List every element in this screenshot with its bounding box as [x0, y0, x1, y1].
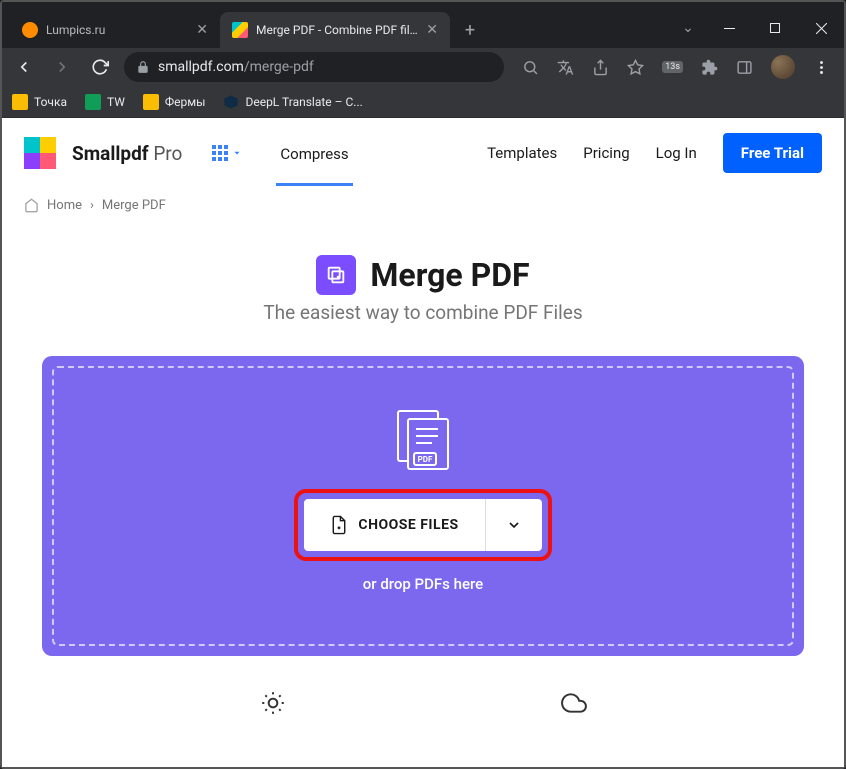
extensions-icon[interactable]	[701, 59, 718, 76]
sidepanel-icon[interactable]	[736, 59, 753, 76]
folder-icon	[12, 94, 28, 110]
choose-files-button[interactable]: CHOOSE FILES	[304, 499, 485, 551]
page-title: Merge PDF	[370, 256, 529, 294]
svg-text:PDF: PDF	[418, 455, 433, 464]
nav-templates[interactable]: Templates	[487, 144, 557, 162]
page-content: Smallpdf Pro Compress Templates Pricing …	[2, 118, 844, 767]
favicon-lumpics	[22, 22, 38, 38]
pdf-files-icon: PDF	[388, 409, 458, 471]
file-add-icon	[330, 515, 348, 535]
home-icon	[24, 198, 39, 213]
menu-icon[interactable]	[813, 59, 830, 76]
browser-tab-active[interactable]: Merge PDF - Combine PDF files o ✕	[220, 12, 450, 48]
tab-title: Lumpics.ru	[46, 23, 188, 37]
search-icon[interactable]	[522, 59, 539, 76]
tab-title: Merge PDF - Combine PDF files o	[256, 23, 418, 37]
choose-files-dropdown[interactable]	[486, 499, 542, 551]
breadcrumb-separator: ›	[90, 198, 94, 213]
url-text: smallpdf.com/merge-pdf	[158, 59, 314, 75]
header-right: Templates Pricing Log In Free Trial	[487, 133, 822, 173]
breadcrumb: Home › Merge PDF	[2, 188, 844, 227]
star-icon[interactable]	[627, 59, 644, 76]
favicon-smallpdf	[232, 22, 248, 38]
lock-icon	[136, 60, 150, 74]
merge-icon	[316, 255, 356, 295]
browser-tabs: Lumpics.ru ✕ Merge PDF - Combine PDF fil…	[10, 12, 450, 48]
extension-timer-icon[interactable]: 13s	[662, 61, 683, 73]
translate-icon[interactable]	[557, 59, 574, 76]
drop-hint: or drop PDFs here	[363, 575, 483, 593]
hero-section: Merge PDF The easiest way to combine PDF…	[2, 227, 844, 334]
window-controls: ⌄	[670, 8, 844, 48]
bookmarks-bar: Точка TW Фермы DeepL Translate – С...	[2, 86, 844, 118]
toolbar-icons: 13s	[522, 55, 830, 79]
bookmark-deepl[interactable]: DeepL Translate – С...	[223, 94, 362, 110]
back-button[interactable]	[10, 53, 38, 81]
share-icon[interactable]	[592, 59, 609, 76]
nav-pricing[interactable]: Pricing	[583, 144, 629, 162]
dropzone[interactable]: PDF CHOOSE FILES or drop PDFs here	[42, 356, 804, 656]
feature-row	[2, 666, 844, 716]
choose-files-highlight: CHOOSE FILES	[294, 489, 551, 561]
smallpdf-logo-icon	[24, 137, 56, 169]
minimize-button[interactable]	[706, 12, 752, 44]
deepl-icon	[223, 94, 239, 110]
bookmark-tochka[interactable]: Точка	[12, 94, 67, 110]
free-trial-button[interactable]: Free Trial	[723, 133, 822, 173]
sun-icon	[260, 690, 286, 716]
window-titlebar: Lumpics.ru ✕ Merge PDF - Combine PDF fil…	[2, 2, 844, 48]
page-subtitle: The easiest way to combine PDF Files	[2, 301, 844, 324]
reload-button[interactable]	[86, 53, 114, 81]
bookmark-tw[interactable]: TW	[85, 94, 125, 110]
tools-menu-button[interactable]	[212, 145, 242, 161]
close-window-button[interactable]	[798, 12, 844, 44]
app-header: Smallpdf Pro Compress Templates Pricing …	[2, 118, 844, 188]
login-button[interactable]: Log In	[656, 144, 697, 162]
sheets-icon	[85, 94, 101, 110]
breadcrumb-current[interactable]: Merge PDF	[102, 198, 166, 213]
brand-name: Smallpdf Pro	[72, 142, 182, 165]
maximize-button[interactable]	[752, 12, 798, 44]
grid-icon	[212, 145, 228, 161]
address-bar: smallpdf.com/merge-pdf 13s	[2, 48, 844, 86]
new-tab-button[interactable]: +	[456, 16, 484, 44]
url-input[interactable]: smallpdf.com/merge-pdf	[124, 52, 504, 82]
chevron-down-icon	[232, 148, 242, 158]
chevron-down-icon	[506, 517, 522, 533]
browser-tab-inactive[interactable]: Lumpics.ru ✕	[10, 12, 220, 48]
avatar[interactable]	[771, 55, 795, 79]
bookmark-fermy[interactable]: Фермы	[143, 94, 206, 110]
close-icon[interactable]: ✕	[426, 22, 438, 38]
close-icon[interactable]: ✕	[196, 22, 208, 38]
forward-button[interactable]	[48, 53, 76, 81]
chevron-down-icon[interactable]: ⌄	[670, 12, 706, 44]
folder-icon	[143, 94, 159, 110]
nav-compress[interactable]: Compress	[276, 121, 352, 186]
cloud-icon	[561, 690, 587, 716]
breadcrumb-home[interactable]: Home	[47, 198, 82, 213]
